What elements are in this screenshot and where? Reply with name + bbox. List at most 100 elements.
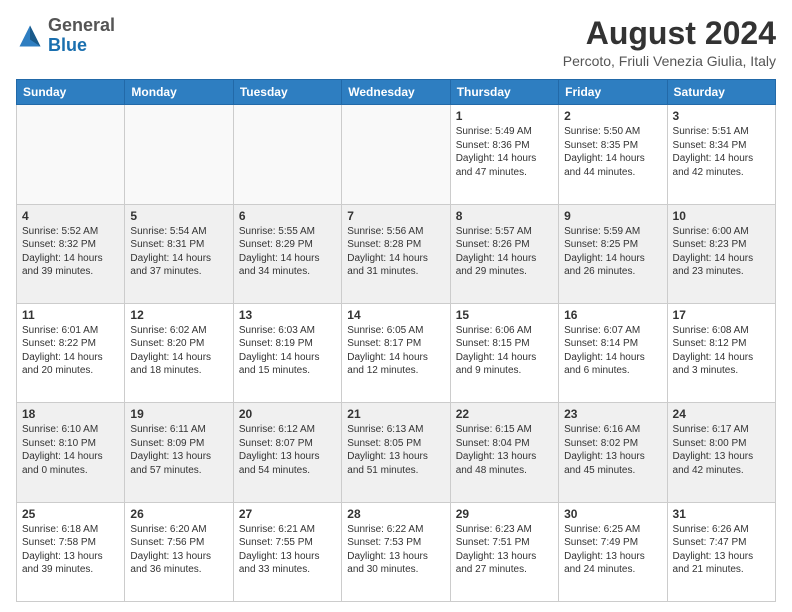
calendar-cell: [125, 105, 233, 204]
cell-sun-info: Sunrise: 6:25 AMSunset: 7:49 PMDaylight:…: [564, 523, 661, 577]
cell-sun-info: Sunrise: 6:18 AMSunset: 7:58 PMDaylight:…: [22, 523, 119, 577]
col-header-wednesday: Wednesday: [342, 80, 450, 105]
week-row-2: 4 Sunrise: 5:52 AMSunset: 8:32 PMDaylight…: [17, 204, 776, 303]
day-number: 11: [22, 308, 119, 322]
cell-sun-info: Sunrise: 5:52 AMSunset: 8:32 PMDaylight:…: [22, 225, 119, 279]
cell-sun-info: Sunrise: 5:59 AMSunset: 8:25 PMDaylight:…: [564, 225, 661, 279]
cell-sun-info: Sunrise: 5:49 AMSunset: 8:36 PMDaylight:…: [456, 125, 553, 179]
day-number: 6: [239, 209, 336, 223]
calendar-cell: 7 Sunrise: 5:56 AMSunset: 8:28 PMDaylight…: [342, 204, 450, 303]
day-number: 24: [673, 407, 770, 421]
cell-sun-info: Sunrise: 6:07 AMSunset: 8:14 PMDaylight:…: [564, 324, 661, 378]
title-block: August 2024 Percoto, Friuli Venezia Giul…: [563, 16, 776, 69]
calendar-cell: 6 Sunrise: 5:55 AMSunset: 8:29 PMDaylight…: [233, 204, 341, 303]
cell-sun-info: Sunrise: 5:56 AMSunset: 8:28 PMDaylight:…: [347, 225, 444, 279]
calendar-cell: [233, 105, 341, 204]
calendar-cell: 25 Sunrise: 6:18 AMSunset: 7:58 PMDayligh…: [17, 502, 125, 601]
day-number: 15: [456, 308, 553, 322]
cell-sun-info: Sunrise: 6:20 AMSunset: 7:56 PMDaylight:…: [130, 523, 227, 577]
calendar-cell: [17, 105, 125, 204]
day-number: 31: [673, 507, 770, 521]
day-number: 16: [564, 308, 661, 322]
calendar-cell: [342, 105, 450, 204]
col-header-monday: Monday: [125, 80, 233, 105]
calendar-cell: 14 Sunrise: 6:05 AMSunset: 8:17 PMDayligh…: [342, 303, 450, 402]
calendar-cell: 9 Sunrise: 5:59 AMSunset: 8:25 PMDaylight…: [559, 204, 667, 303]
day-number: 1: [456, 109, 553, 123]
cell-sun-info: Sunrise: 6:00 AMSunset: 8:23 PMDaylight:…: [673, 225, 770, 279]
calendar-cell: 18 Sunrise: 6:10 AMSunset: 8:10 PMDayligh…: [17, 403, 125, 502]
day-number: 28: [347, 507, 444, 521]
cell-sun-info: Sunrise: 6:08 AMSunset: 8:12 PMDaylight:…: [673, 324, 770, 378]
col-header-tuesday: Tuesday: [233, 80, 341, 105]
calendar-cell: 11 Sunrise: 6:01 AMSunset: 8:22 PMDayligh…: [17, 303, 125, 402]
header: General Blue August 2024 Percoto, Friuli…: [16, 16, 776, 69]
calendar-cell: 1 Sunrise: 5:49 AMSunset: 8:36 PMDaylight…: [450, 105, 558, 204]
calendar-cell: 16 Sunrise: 6:07 AMSunset: 8:14 PMDayligh…: [559, 303, 667, 402]
calendar-table: SundayMondayTuesdayWednesdayThursdayFrid…: [16, 79, 776, 602]
logo-blue: Blue: [48, 35, 87, 55]
calendar-cell: 3Sunrise: 5:51 AMSunset: 8:34 PMDaylight…: [667, 105, 775, 204]
day-number: 27: [239, 507, 336, 521]
day-number: 21: [347, 407, 444, 421]
cell-sun-info: Sunrise: 6:21 AMSunset: 7:55 PMDaylight:…: [239, 523, 336, 577]
calendar-cell: 13Sunrise: 6:03 AMSunset: 8:19 PMDayligh…: [233, 303, 341, 402]
cell-sun-info: Sunrise: 6:02 AMSunset: 8:20 PMDaylight:…: [130, 324, 227, 378]
day-number: 26: [130, 507, 227, 521]
week-row-1: 1 Sunrise: 5:49 AMSunset: 8:36 PMDaylight…: [17, 105, 776, 204]
cell-sun-info: Sunrise: 6:05 AMSunset: 8:17 PMDaylight:…: [347, 324, 444, 378]
calendar-cell: 20 Sunrise: 6:12 AMSunset: 8:07 PMDayligh…: [233, 403, 341, 502]
day-number: 9: [564, 209, 661, 223]
calendar-cell: 8Sunrise: 5:57 AMSunset: 8:26 PMDaylight…: [450, 204, 558, 303]
cell-sun-info: Sunrise: 6:15 AMSunset: 8:04 PMDaylight:…: [456, 423, 553, 477]
week-row-5: 25 Sunrise: 6:18 AMSunset: 7:58 PMDayligh…: [17, 502, 776, 601]
day-number: 7: [347, 209, 444, 223]
cell-sun-info: Sunrise: 6:01 AMSunset: 8:22 PMDaylight:…: [22, 324, 119, 378]
calendar-header-row: SundayMondayTuesdayWednesdayThursdayFrid…: [17, 80, 776, 105]
cell-sun-info: Sunrise: 5:57 AMSunset: 8:26 PMDaylight:…: [456, 225, 553, 279]
day-number: 19: [130, 407, 227, 421]
cell-sun-info: Sunrise: 6:23 AMSunset: 7:51 PMDaylight:…: [456, 523, 553, 577]
day-number: 17: [673, 308, 770, 322]
col-header-sunday: Sunday: [17, 80, 125, 105]
calendar-cell: 27 Sunrise: 6:21 AMSunset: 7:55 PMDayligh…: [233, 502, 341, 601]
month-year: August 2024: [563, 16, 776, 51]
calendar-cell: 5 Sunrise: 5:54 AMSunset: 8:31 PMDaylight…: [125, 204, 233, 303]
cell-sun-info: Sunrise: 6:22 AMSunset: 7:53 PMDaylight:…: [347, 523, 444, 577]
logo-text: General Blue: [48, 16, 115, 56]
calendar-cell: 28 Sunrise: 6:22 AMSunset: 7:53 PMDayligh…: [342, 502, 450, 601]
col-header-saturday: Saturday: [667, 80, 775, 105]
day-number: 18: [22, 407, 119, 421]
day-number: 30: [564, 507, 661, 521]
cell-sun-info: Sunrise: 5:54 AMSunset: 8:31 PMDaylight:…: [130, 225, 227, 279]
calendar-cell: 10Sunrise: 6:00 AMSunset: 8:23 PMDayligh…: [667, 204, 775, 303]
calendar-cell: 23 Sunrise: 6:16 AMSunset: 8:02 PMDayligh…: [559, 403, 667, 502]
calendar-cell: 26 Sunrise: 6:20 AMSunset: 7:56 PMDayligh…: [125, 502, 233, 601]
day-number: 25: [22, 507, 119, 521]
calendar-cell: 12 Sunrise: 6:02 AMSunset: 8:20 PMDayligh…: [125, 303, 233, 402]
day-number: 2: [564, 109, 661, 123]
day-number: 20: [239, 407, 336, 421]
calendar-cell: 22Sunrise: 6:15 AMSunset: 8:04 PMDayligh…: [450, 403, 558, 502]
cell-sun-info: Sunrise: 6:03 AMSunset: 8:19 PMDaylight:…: [239, 324, 336, 378]
day-number: 12: [130, 308, 227, 322]
cell-sun-info: Sunrise: 6:16 AMSunset: 8:02 PMDaylight:…: [564, 423, 661, 477]
calendar-cell: 31Sunrise: 6:26 AMSunset: 7:47 PMDayligh…: [667, 502, 775, 601]
calendar-cell: 19Sunrise: 6:11 AMSunset: 8:09 PMDayligh…: [125, 403, 233, 502]
page: General Blue August 2024 Percoto, Friuli…: [0, 0, 792, 612]
day-number: 5: [130, 209, 227, 223]
calendar-cell: 30 Sunrise: 6:25 AMSunset: 7:49 PMDayligh…: [559, 502, 667, 601]
day-number: 14: [347, 308, 444, 322]
logo: General Blue: [16, 16, 115, 56]
cell-sun-info: Sunrise: 5:55 AMSunset: 8:29 PMDaylight:…: [239, 225, 336, 279]
cell-sun-info: Sunrise: 5:50 AMSunset: 8:35 PMDaylight:…: [564, 125, 661, 179]
day-number: 23: [564, 407, 661, 421]
calendar-cell: 4 Sunrise: 5:52 AMSunset: 8:32 PMDaylight…: [17, 204, 125, 303]
logo-icon: [16, 22, 44, 50]
day-number: 29: [456, 507, 553, 521]
calendar-cell: 17 Sunrise: 6:08 AMSunset: 8:12 PMDayligh…: [667, 303, 775, 402]
day-number: 4: [22, 209, 119, 223]
cell-sun-info: Sunrise: 6:10 AMSunset: 8:10 PMDaylight:…: [22, 423, 119, 477]
cell-sun-info: Sunrise: 6:12 AMSunset: 8:07 PMDaylight:…: [239, 423, 336, 477]
cell-sun-info: Sunrise: 5:51 AMSunset: 8:34 PMDaylight:…: [673, 125, 770, 179]
